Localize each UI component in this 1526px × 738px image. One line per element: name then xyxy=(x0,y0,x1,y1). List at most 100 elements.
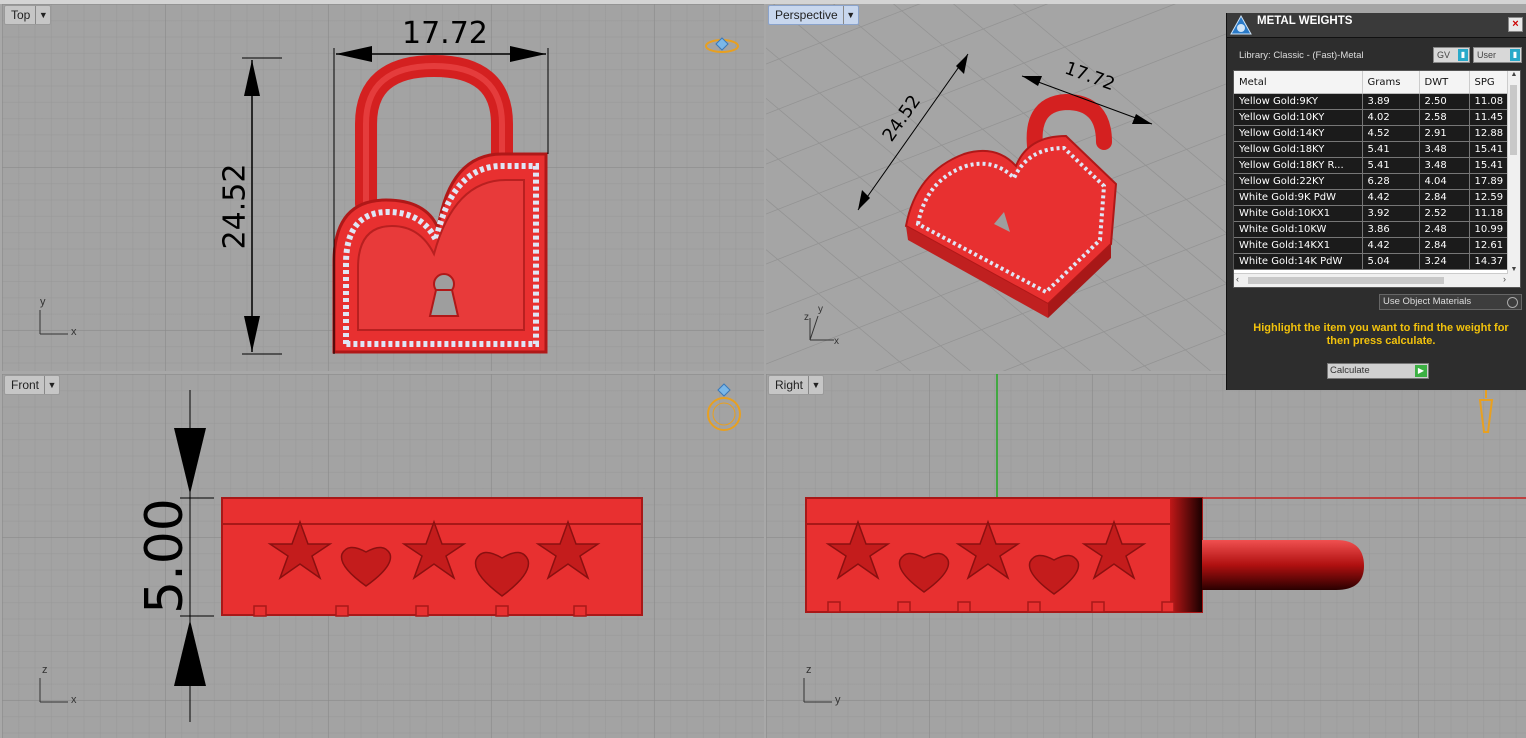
axis-y-label: y xyxy=(40,296,46,308)
table-cell: 2.84 xyxy=(1419,189,1470,206)
table-row[interactable]: White Gold:10KX1 3.92 2.52 11.18 xyxy=(1234,205,1520,222)
table-cell: Yellow Gold:14KY xyxy=(1234,125,1363,142)
table-cell: 5.04 xyxy=(1362,253,1420,270)
table-cell: 4.52 xyxy=(1362,125,1420,142)
table-cell: 3.86 xyxy=(1362,221,1420,238)
table-cell: Yellow Gold:10KY xyxy=(1234,109,1363,126)
table-cell: 4.42 xyxy=(1362,237,1420,254)
top-view-canvas xyxy=(39,37,739,355)
table-row[interactable]: White Gold:9K PdW 4.42 2.84 12.59 xyxy=(1234,189,1520,206)
column-header[interactable]: Metal xyxy=(1234,71,1363,94)
table-cell: 2.84 xyxy=(1419,237,1470,254)
table-row[interactable]: White Gold:14K PdW 5.04 3.24 14.37 xyxy=(1234,253,1520,270)
table-row[interactable]: Yellow Gold:10KY 4.02 2.58 11.45 xyxy=(1234,109,1520,126)
play-icon: ▶ xyxy=(1415,365,1427,377)
table-cell: 4.04 xyxy=(1419,173,1470,190)
dimension-height: 24.52 xyxy=(217,163,253,250)
table-cell: Yellow Gold:9KY xyxy=(1234,93,1363,110)
axis-y-label: y xyxy=(818,304,823,315)
table-cell: 2.48 xyxy=(1419,221,1470,238)
instruction-text: Highlight the item you want to find the … xyxy=(1253,322,1509,347)
table-cell: 4.02 xyxy=(1362,109,1420,126)
table-cell: 3.48 xyxy=(1419,157,1470,174)
close-icon[interactable]: × xyxy=(1508,17,1523,32)
viewport-label-perspective[interactable]: Perspective ▼ xyxy=(768,5,859,25)
viewport-right[interactable]: z y Right ▼ xyxy=(766,374,1526,738)
viewport-label-right[interactable]: Right ▼ xyxy=(768,375,825,395)
table-cell: Yellow Gold:18KY xyxy=(1234,141,1363,158)
toggle-knob-icon: ▮ xyxy=(1510,49,1520,61)
right-view-canvas xyxy=(803,374,1526,703)
table-cell: 2.91 xyxy=(1419,125,1470,142)
gv-toggle[interactable]: GV ▮ xyxy=(1433,47,1470,63)
viewport-front[interactable]: 5.00 z x Front ▼ xyxy=(2,374,764,738)
table-row[interactable]: Yellow Gold:9KY 3.89 2.50 11.08 xyxy=(1234,93,1520,110)
chevron-down-icon[interactable]: ▼ xyxy=(35,6,50,24)
table-cell: White Gold:14KX1 xyxy=(1234,237,1363,254)
perspective-view-canvas xyxy=(766,4,1226,371)
table-cell: 2.58 xyxy=(1419,109,1470,126)
library-label: Library: Classic - (Fast)-Metal xyxy=(1239,50,1364,61)
table-cell: 3.92 xyxy=(1362,205,1420,222)
axis-z-label: z xyxy=(804,312,809,323)
app-logo-icon xyxy=(1230,14,1252,35)
table-cell: 5.41 xyxy=(1362,141,1420,158)
panel-titlebar[interactable]: METAL WEIGHTS × xyxy=(1227,13,1526,38)
table-cell: 4.42 xyxy=(1362,189,1420,206)
dimension-depth: 5.00 xyxy=(135,498,195,614)
axis-x-label: x xyxy=(834,336,839,347)
table-cell: Yellow Gold:18KY R... xyxy=(1234,157,1363,174)
table-cell: 5.41 xyxy=(1362,157,1420,174)
table-cell: White Gold:9K PdW xyxy=(1234,189,1363,206)
table-row[interactable]: Yellow Gold:14KY 4.52 2.91 12.88 xyxy=(1234,125,1520,142)
metal-table[interactable]: Metal Grams DWT SPG Yellow Gold:9KY 3.89 2.50… xyxy=(1233,70,1521,288)
scroll-left-icon[interactable]: ‹ xyxy=(1236,274,1239,284)
table-cell: 2.52 xyxy=(1419,205,1470,222)
ring-front-icon xyxy=(707,383,741,431)
column-header[interactable]: Grams xyxy=(1362,71,1420,94)
dimension-width: 17.72 xyxy=(402,16,488,51)
horizontal-scrollbar[interactable]: ‹ › xyxy=(1234,273,1508,287)
axis-x-label: x xyxy=(71,694,77,706)
table-cell: 3.24 xyxy=(1419,253,1470,270)
chevron-down-icon[interactable]: ▼ xyxy=(808,376,823,394)
vertical-scrollbar[interactable]: ▲ ▼ xyxy=(1507,71,1520,287)
table-row[interactable]: Yellow Gold:18KY R... 5.41 3.48 15.41 xyxy=(1234,157,1520,174)
table-cell: 3.89 xyxy=(1362,93,1420,110)
table-row[interactable]: White Gold:10KW 3.86 2.48 10.99 xyxy=(1234,221,1520,238)
table-cell: White Gold:10KX1 xyxy=(1234,205,1363,222)
front-view-canvas xyxy=(39,383,741,722)
table-row[interactable]: White Gold:14KX1 4.42 2.84 12.61 xyxy=(1234,237,1520,254)
axis-z-label: z xyxy=(42,664,48,676)
use-object-materials-toggle[interactable]: Use Object Materials xyxy=(1379,294,1522,310)
scroll-up-icon[interactable]: ▲ xyxy=(1508,71,1520,78)
radio-circle-icon xyxy=(1507,297,1518,308)
chevron-down-icon[interactable]: ▼ xyxy=(842,6,858,24)
scroll-down-icon[interactable]: ▼ xyxy=(1508,266,1520,273)
column-header[interactable]: DWT xyxy=(1419,71,1470,94)
viewport-label-front[interactable]: Front ▼ xyxy=(4,375,61,395)
scroll-thumb[interactable] xyxy=(1510,85,1517,155)
table-cell: Yellow Gold:22KY xyxy=(1234,173,1363,190)
padlock-side-shackle xyxy=(1202,540,1364,590)
chevron-down-icon[interactable]: ▼ xyxy=(44,376,59,394)
viewport-label-top[interactable]: Top ▼ xyxy=(4,5,52,25)
axis-y-label: y xyxy=(835,694,841,706)
table-row[interactable]: Yellow Gold:18KY 5.41 3.48 15.41 xyxy=(1234,141,1520,158)
scroll-right-icon[interactable]: › xyxy=(1503,274,1506,284)
viewport-top[interactable]: 17.72 24.52 y x Top ▼ xyxy=(2,4,764,371)
pendant-icon xyxy=(1478,390,1494,433)
metal-weights-panel: METAL WEIGHTS × Library: Classic - (Fast… xyxy=(1226,13,1526,390)
table-header-row: Metal Grams DWT SPG xyxy=(1234,71,1520,94)
table-cell: 6.28 xyxy=(1362,173,1420,190)
toggle-knob-icon: ▮ xyxy=(1458,49,1468,61)
calculate-button[interactable]: Calculate ▶ xyxy=(1327,363,1429,379)
table-row[interactable]: Yellow Gold:22KY 6.28 4.04 17.89 xyxy=(1234,173,1520,190)
axis-z-label: z xyxy=(806,664,812,676)
table-cell: White Gold:14K PdW xyxy=(1234,253,1363,270)
table-cell: 3.48 xyxy=(1419,141,1470,158)
table-cell: 2.50 xyxy=(1419,93,1470,110)
ring-icon xyxy=(705,37,739,53)
scroll-thumb[interactable] xyxy=(1248,277,1444,284)
user-toggle[interactable]: User ▮ xyxy=(1473,47,1522,63)
